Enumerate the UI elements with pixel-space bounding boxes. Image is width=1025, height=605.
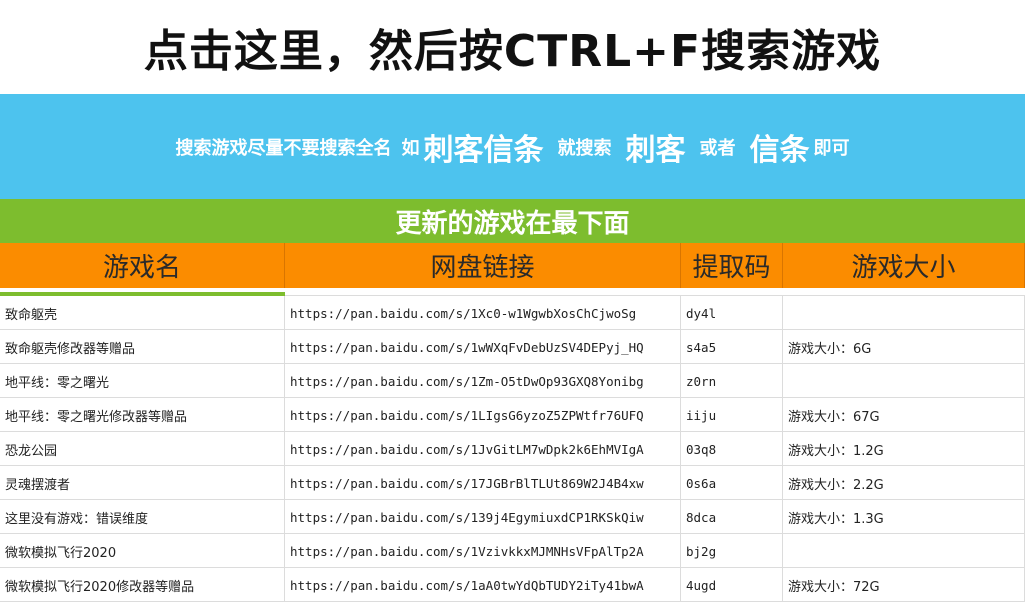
page-title: 点击这里，然后按CTRL+F搜索游戏 bbox=[143, 26, 882, 77]
game-size-cell[interactable]: 游戏大小：72G bbox=[783, 568, 1025, 602]
pan-link-cell[interactable]: https://pan.baidu.com/s/1VzivkkxMJMNHsVF… bbox=[285, 534, 681, 568]
tip-text-1: 搜索游戏尽量不要搜索全名 bbox=[175, 137, 392, 159]
tip-example-a: 刺客 bbox=[625, 132, 686, 168]
pan-link-cell[interactable]: https://pan.baidu.com/s/1wWXqFvDebUzSV4D… bbox=[285, 330, 681, 364]
table-header: 游戏名 网盘链接 提取码 游戏大小 bbox=[0, 243, 1025, 288]
pan-link-cell[interactable]: https://pan.baidu.com/s/1JvGitLM7wDpk2k6… bbox=[285, 432, 681, 466]
tip-text-4: 或者 bbox=[699, 137, 736, 159]
game-size-cell[interactable]: 游戏大小：1.3G bbox=[783, 500, 1025, 534]
update-notice-text: 更新的游戏在最下面 bbox=[395, 208, 630, 239]
game-size-cell[interactable]: 游戏大小：67G bbox=[783, 398, 1025, 432]
table-row: 地平线：零之曙光修改器等赠品 https://pan.baidu.com/s/1… bbox=[0, 398, 1025, 432]
table-row: 地平线：零之曙光 https://pan.baidu.com/s/1Zm-O5t… bbox=[0, 364, 1025, 398]
extract-code-cell[interactable]: 03q8 bbox=[681, 432, 783, 466]
pan-link-cell[interactable]: https://pan.baidu.com/s/1Zm-O5tDwOp93GXQ… bbox=[285, 364, 681, 398]
game-name-cell[interactable]: 致命躯壳修改器等赠品 bbox=[0, 330, 285, 364]
game-table: 致命躯壳 https://pan.baidu.com/s/1Xc0-w1Wgwb… bbox=[0, 296, 1025, 602]
table-row: 致命躯壳修改器等赠品 https://pan.baidu.com/s/1wWXq… bbox=[0, 330, 1025, 364]
game-name-cell[interactable]: 地平线：零之曙光 bbox=[0, 364, 285, 398]
extract-code-cell[interactable]: s4a5 bbox=[681, 330, 783, 364]
game-name-cell[interactable]: 致命躯壳 bbox=[0, 296, 285, 330]
pan-link-cell[interactable]: https://pan.baidu.com/s/1aA0twYdQbTUDY2i… bbox=[285, 568, 681, 602]
pan-link-cell[interactable]: https://pan.baidu.com/s/1Xc0-w1WgwbXosCh… bbox=[285, 296, 681, 330]
table-row: 这里没有游戏：错误维度 https://pan.baidu.com/s/139j… bbox=[0, 500, 1025, 534]
page-title-bar[interactable]: 点击这里，然后按CTRL+F搜索游戏 bbox=[0, 0, 1025, 95]
game-name-cell[interactable]: 恐龙公园 bbox=[0, 432, 285, 466]
tip-example-full: 刺客信条 bbox=[423, 132, 544, 168]
tip-text-2: 如 bbox=[401, 137, 420, 159]
game-name-cell[interactable]: 这里没有游戏：错误维度 bbox=[0, 500, 285, 534]
extract-code-cell[interactable]: iiju bbox=[681, 398, 783, 432]
update-notice-banner: 更新的游戏在最下面 bbox=[0, 199, 1025, 243]
tip-text-5: 即可 bbox=[813, 137, 850, 159]
game-size-cell[interactable]: 游戏大小：1.2G bbox=[783, 432, 1025, 466]
game-name-cell[interactable]: 地平线：零之曙光修改器等赠品 bbox=[0, 398, 285, 432]
table-row: 灵魂摆渡者 https://pan.baidu.com/s/17JGBrBlTL… bbox=[0, 466, 1025, 500]
pan-link-cell[interactable]: https://pan.baidu.com/s/17JGBrBlTLUt869W… bbox=[285, 466, 681, 500]
game-name-cell[interactable]: 微软模拟飞行2020 bbox=[0, 534, 285, 568]
game-size-cell[interactable]: 游戏大小：2.2G bbox=[783, 466, 1025, 500]
extract-code-cell[interactable]: 4ugd bbox=[681, 568, 783, 602]
table-row: 微软模拟飞行2020修改器等赠品 https://pan.baidu.com/s… bbox=[0, 568, 1025, 602]
header-extract-code[interactable]: 提取码 bbox=[681, 243, 783, 288]
header-pan-link[interactable]: 网盘链接 bbox=[285, 243, 681, 288]
pan-link-cell[interactable]: https://pan.baidu.com/s/1LIgsG6yzoZ5ZPWt… bbox=[285, 398, 681, 432]
game-size-cell[interactable] bbox=[783, 296, 1025, 330]
game-name-cell[interactable]: 微软模拟飞行2020修改器等赠品 bbox=[0, 568, 285, 602]
header-game-size[interactable]: 游戏大小 bbox=[783, 243, 1025, 288]
tip-text-3: 就搜索 bbox=[557, 137, 612, 159]
extract-code-cell[interactable]: 8dca bbox=[681, 500, 783, 534]
extract-code-cell[interactable]: dy4l bbox=[681, 296, 783, 330]
search-tip-banner: 搜索游戏尽量不要搜索全名 如 刺客信条 就搜索 刺客 或者 信条 即可 bbox=[0, 94, 1025, 199]
game-size-cell[interactable] bbox=[783, 364, 1025, 398]
tip-example-b: 信条 bbox=[749, 132, 810, 168]
table-row: 微软模拟飞行2020 https://pan.baidu.com/s/1Vziv… bbox=[0, 534, 1025, 568]
game-size-cell[interactable] bbox=[783, 534, 1025, 568]
extract-code-cell[interactable]: 0s6a bbox=[681, 466, 783, 500]
game-name-cell[interactable]: 灵魂摆渡者 bbox=[0, 466, 285, 500]
table-row: 致命躯壳 https://pan.baidu.com/s/1Xc0-w1Wgwb… bbox=[0, 296, 1025, 330]
extract-code-cell[interactable]: z0rn bbox=[681, 364, 783, 398]
header-game-name[interactable]: 游戏名 bbox=[0, 243, 285, 288]
table-row: 恐龙公园 https://pan.baidu.com/s/1JvGitLM7wD… bbox=[0, 432, 1025, 466]
extract-code-cell[interactable]: bj2g bbox=[681, 534, 783, 568]
game-size-cell[interactable]: 游戏大小：6G bbox=[783, 330, 1025, 364]
pan-link-cell[interactable]: https://pan.baidu.com/s/139j4EgymiuxdCP1… bbox=[285, 500, 681, 534]
